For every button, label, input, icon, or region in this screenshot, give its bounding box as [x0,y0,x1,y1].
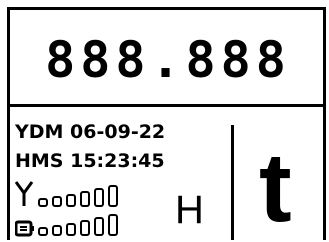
date-line: YDM 06-09-22 [15,121,166,143]
main-reading: 888.888 [45,31,291,89]
signal-bars [38,185,118,207]
vertical-divider [231,125,234,240]
signal-indicator [15,181,165,209]
battery-bars [38,214,118,236]
time-line: HMS 15:23:45 [15,150,165,172]
unit-letter: t [259,132,292,242]
antenna-signal-icon [15,181,34,206]
horizontal-divider [10,104,323,107]
mode-letter: H [175,188,204,232]
battery-indicator [15,210,165,238]
battery-icon [15,220,34,237]
